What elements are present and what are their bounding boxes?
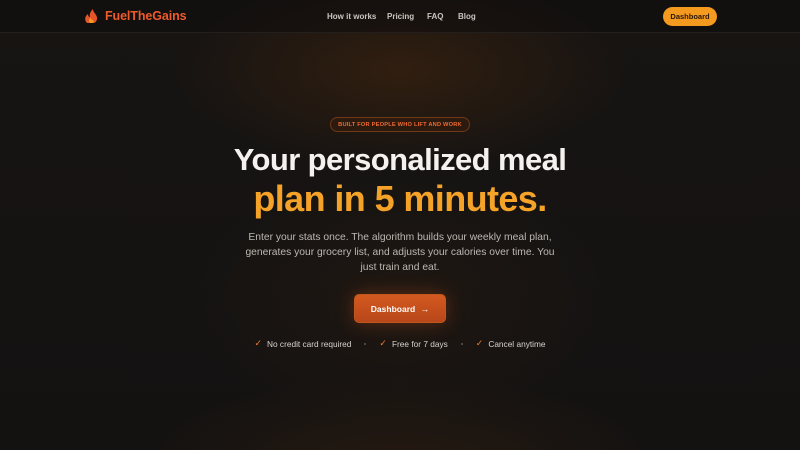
flame-muscle-icon bbox=[85, 9, 98, 23]
separator-dot bbox=[460, 342, 463, 345]
check-icon: ✓ bbox=[475, 338, 484, 348]
arrow-right-icon: → bbox=[420, 303, 430, 314]
page-background bbox=[0, 0, 800, 450]
hero-subtitle: Enter your stats once. The algorithm bui… bbox=[245, 232, 555, 273]
brand-logo[interactable]: FuelTheGains bbox=[83, 8, 187, 24]
nav-link-blog[interactable]: Blog bbox=[458, 12, 476, 21]
nav-link-faq[interactable]: FAQ bbox=[427, 12, 458, 21]
nav-link-pricing[interactable]: Pricing bbox=[387, 12, 427, 21]
separator-dot bbox=[364, 342, 367, 345]
nav-links: How it works Pricing FAQ Blog bbox=[327, 12, 476, 21]
brand-name: FuelTheGains bbox=[105, 9, 187, 23]
check-icon: ✓ bbox=[254, 338, 263, 348]
check-icon: ✓ bbox=[379, 338, 387, 348]
hero-title-line2: plan in 5 minutes. bbox=[253, 178, 547, 219]
perks-row: ✓ No credit card required ✓ Free for 7 d… bbox=[0, 338, 800, 349]
top-navbar: FuelTheGains How it works Pricing FAQ Bl… bbox=[0, 0, 800, 33]
perk-item: ✓ Free for 7 days bbox=[379, 338, 447, 349]
perk-item: ✓ Cancel anytime bbox=[476, 338, 546, 349]
hero-title-line1: Your personalized meal bbox=[233, 142, 567, 177]
hero-dashboard-button[interactable]: Dashboard → bbox=[354, 294, 446, 323]
nav-dashboard-button[interactable]: Dashboard bbox=[663, 7, 717, 26]
nav-link-how-it-works[interactable]: How it works bbox=[327, 12, 387, 21]
perk-label: Free for 7 days bbox=[391, 338, 448, 349]
hero-cta-label: Dashboard bbox=[370, 303, 416, 314]
hero-badge: BUILT FOR PEOPLE WHO LIFT AND WORK bbox=[330, 117, 470, 132]
perk-item: ✓ No credit card required bbox=[254, 338, 351, 349]
perk-label: Cancel anytime bbox=[488, 338, 546, 349]
perk-label: No credit card required bbox=[267, 338, 352, 349]
